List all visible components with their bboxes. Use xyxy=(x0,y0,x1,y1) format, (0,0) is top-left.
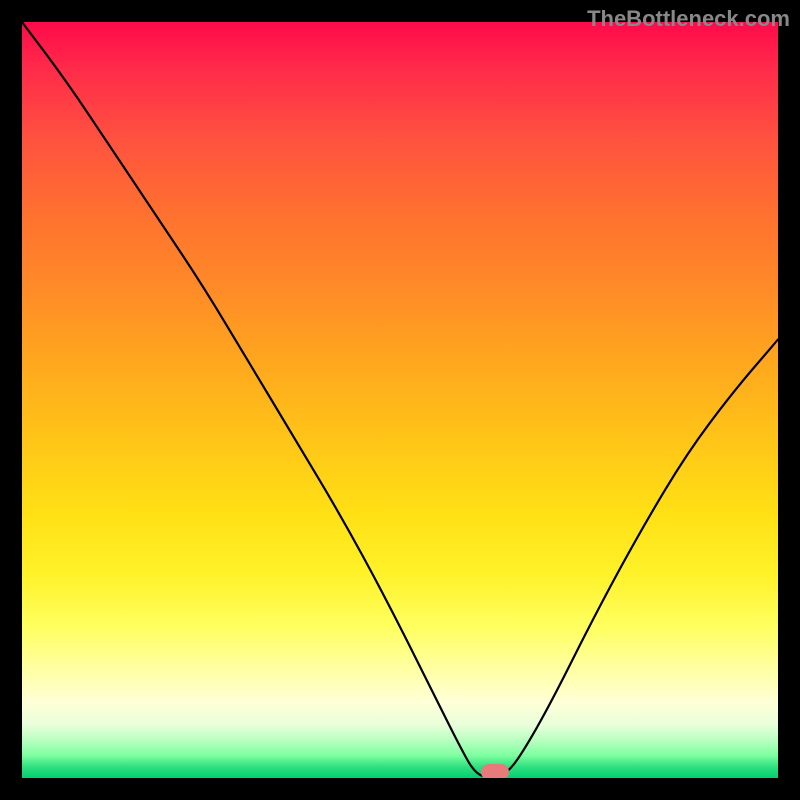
curve-layer xyxy=(22,22,778,778)
bottleneck-curve xyxy=(22,22,778,777)
plot-area xyxy=(22,22,778,778)
bottleneck-chart: TheBottleneck.com xyxy=(0,0,800,800)
optimal-marker xyxy=(481,764,509,778)
watermark-text: TheBottleneck.com xyxy=(587,6,790,32)
